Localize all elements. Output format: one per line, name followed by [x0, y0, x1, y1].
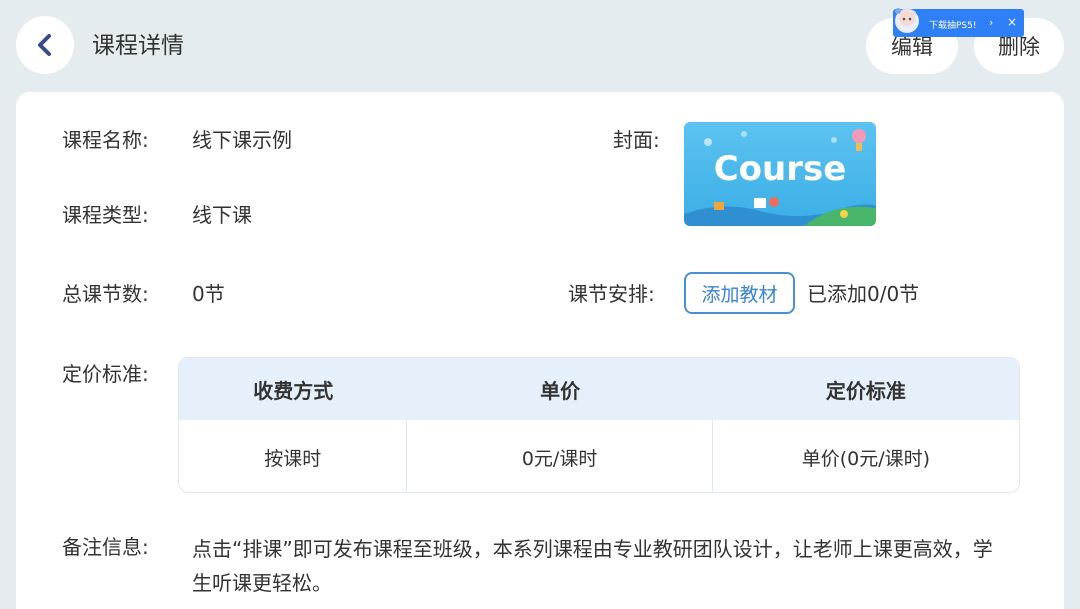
column-header: 单价 [540, 378, 581, 403]
schedule-label: 课节安排: [568, 282, 655, 306]
added-status: 已添加0/0节 [807, 282, 920, 306]
ad-arrow-icon[interactable]: › [989, 16, 993, 29]
table-row: 按课时 0元/课时 单价(0元/课时) [179, 420, 1019, 492]
page-title: 课程详情 [92, 33, 184, 59]
pricing-table-header: 收费方式 单价 定价标准 [179, 358, 1019, 420]
remark-text: 点击“排课”即可发布课程至班级，本系列课程由专业教研团队设计，让老师上课更高效，… [192, 537, 993, 595]
table-cell: 按课时 [179, 420, 408, 492]
add-material-button[interactable]: 添加教材 [684, 272, 795, 314]
total-sessions-label: 总课节数: [62, 282, 149, 306]
cover-label: 封面: [613, 128, 660, 152]
cover-course-text: Course [714, 149, 847, 189]
cover-image: Course [684, 122, 876, 226]
ad-text: 下载抽PS5! [929, 21, 977, 31]
pricing-table: 收费方式 单价 定价标准 按课时 0元/课时 单价(0元/课时) [178, 357, 1020, 493]
column-header: 定价标准 [825, 378, 906, 403]
header: 课程详情 编辑 删除 下载抽PS5! › × [0, 0, 1080, 92]
remark-label: 备注信息: [62, 535, 149, 559]
pricing-label: 定价标准: [62, 362, 149, 386]
table-cell: 单价(0元/课时) [801, 447, 931, 470]
course-detail-card: 课程名称: 线下课示例 封面: Course 课程类型: 线下课 总课节数: 0… [16, 92, 1064, 609]
course-name-value: 线下课示例 [192, 128, 292, 152]
close-icon[interactable]: × [1007, 15, 1017, 29]
back-button[interactable] [16, 16, 74, 74]
chevron-left-icon [38, 34, 51, 56]
column-header: 收费方式 [253, 378, 334, 403]
course-type-label: 课程类型: [62, 203, 149, 227]
ad-avatar-icon [895, 8, 919, 33]
table-cell: 0元/课时 [407, 420, 713, 492]
course-name-label: 课程名称: [62, 128, 149, 152]
total-sessions-value: 0节 [192, 282, 225, 306]
course-type-value: 线下课 [192, 203, 252, 227]
